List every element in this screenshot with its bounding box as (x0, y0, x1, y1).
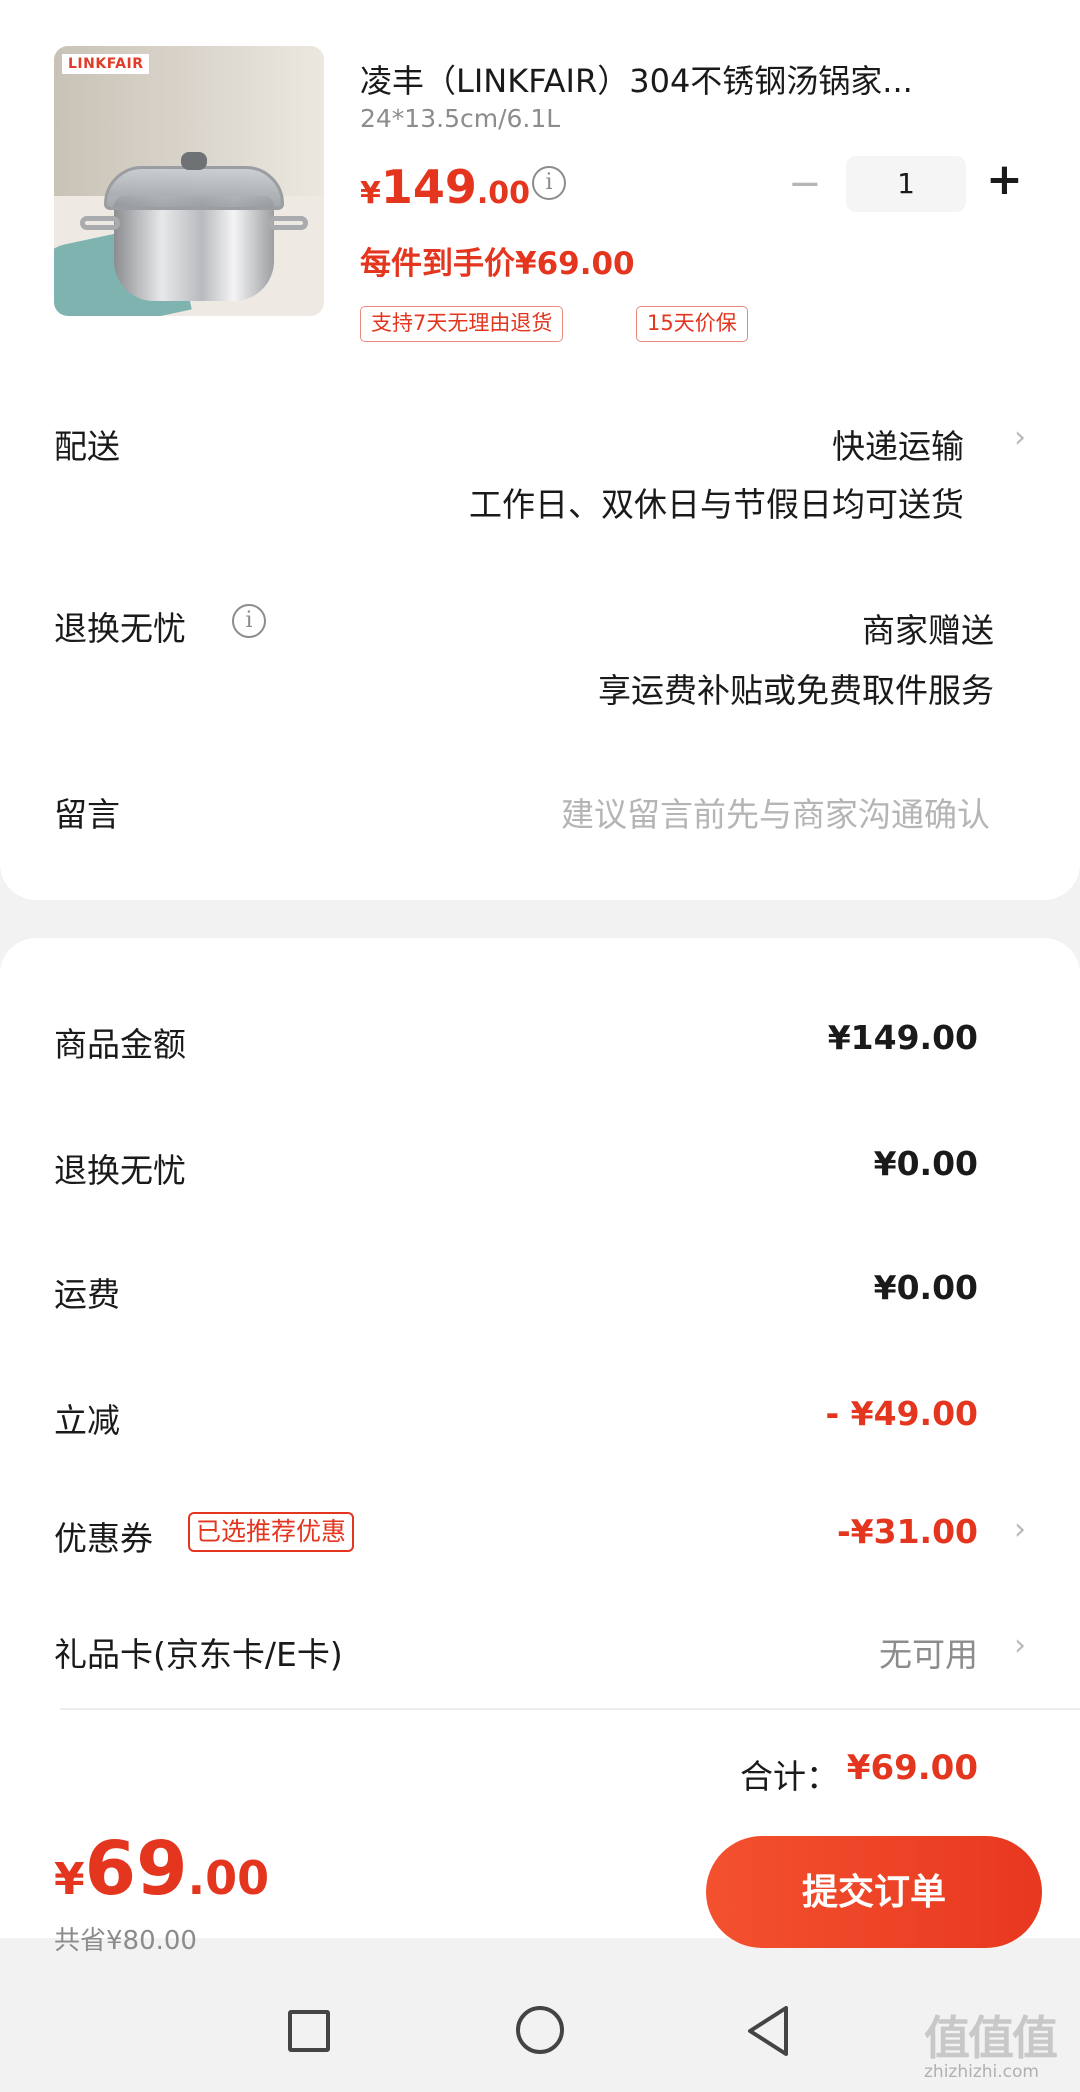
price-decimal: .00 (476, 176, 531, 211)
summary-value-shipping: ¥0.00 (873, 1268, 978, 1307)
pot-lid (104, 166, 284, 210)
product-image[interactable]: LINKFAIR (54, 46, 324, 316)
chevron-right-icon[interactable]: › (1014, 1512, 1026, 1547)
total-label: 合计： (740, 1757, 839, 1796)
summary-value-goods: ¥149.00 (827, 1018, 978, 1057)
delivery-note: 工作日、双休日与节假日均可送货 (469, 485, 964, 524)
footer-price: ¥69.00 (54, 1826, 269, 1912)
message-input[interactable]: 建议留言前先与商家沟通确认 (561, 788, 990, 836)
unit-price: 每件到手价¥69.00 (360, 246, 635, 282)
total-value: ¥69.00 (846, 1748, 978, 1788)
product-price: ¥149.00 (360, 160, 530, 214)
chevron-right-icon[interactable]: › (1014, 1628, 1026, 1663)
quantity-increase-button[interactable]: + (986, 158, 1023, 202)
summary-card (0, 938, 1080, 1938)
summary-label-shipping: 运费 (54, 1275, 120, 1314)
pot-handle-right (268, 216, 308, 230)
summary-label-discount: 立减 (54, 1401, 120, 1440)
quantity-decrease-button[interactable]: − (788, 164, 822, 204)
footer-price-decimal: .00 (187, 1851, 270, 1905)
summary-label-return: 退换无忧 (54, 1151, 186, 1190)
return-service-value[interactable]: 商家赠送 (862, 604, 994, 652)
price-info-icon[interactable]: i (532, 166, 566, 200)
back-icon[interactable] (744, 2004, 792, 2058)
summary-label-goods: 商品金额 (54, 1025, 186, 1064)
coupon-badge: 已选推荐优惠 (188, 1512, 355, 1552)
chevron-right-icon[interactable]: › (1014, 420, 1026, 455)
divider (60, 1708, 1080, 1710)
watermark-logo: 值值值 (924, 2011, 1058, 2065)
pot-handle-left (80, 216, 120, 230)
summary-label-giftcard: 礼品卡(京东卡/E卡) (54, 1635, 343, 1674)
return-service-label: 退换无忧 (54, 609, 186, 648)
delivery-label: 配送 (54, 427, 120, 466)
product-spec[interactable]: 24*13.5cm/6.1L (360, 104, 560, 133)
summary-label-coupon: 优惠券 (54, 1519, 153, 1558)
product-card: LINKFAIR 凌丰（LINKFAIR）304不锈钢汤锅家... 24*13.… (0, 0, 1080, 900)
footer-price-symbol: ¥ (54, 1854, 85, 1905)
summary-value-giftcard[interactable]: 无可用 (879, 1628, 978, 1676)
pot-knob (181, 152, 207, 170)
submit-order-button[interactable]: 提交订单 (706, 1836, 1042, 1948)
product-title[interactable]: 凌丰（LINKFAIR）304不锈钢汤锅家... (360, 56, 1020, 102)
price-protection-tag: 15天价保 (636, 306, 748, 342)
return-info-icon[interactable]: i (232, 604, 266, 638)
saved-amount: 共省¥80.00 (54, 1926, 197, 1956)
summary-value-discount: - ¥49.00 (825, 1394, 978, 1433)
footer-price-integer: 69 (84, 1826, 188, 1912)
checkout-page: LINKFAIR 凌丰（LINKFAIR）304不锈钢汤锅家... 24*13.… (0, 0, 1080, 2092)
price-integer: 149 (380, 160, 477, 214)
brand-logo: LINKFAIR (62, 54, 150, 74)
watermark-url: zhizhizhi.com (924, 2062, 1039, 2082)
recent-apps-icon[interactable] (288, 2010, 330, 2052)
return-policy-tag: 支持7天无理由退货 (360, 306, 564, 342)
return-service-note: 享运费补贴或免费取件服务 (598, 671, 994, 710)
quantity-input[interactable]: 1 (846, 156, 966, 212)
summary-value-coupon[interactable]: -¥31.00 (837, 1512, 978, 1551)
price-symbol: ¥ (360, 176, 381, 211)
pot-body (114, 196, 274, 301)
delivery-method[interactable]: 快递运输 (832, 420, 964, 468)
home-icon[interactable] (516, 2006, 564, 2054)
message-label: 留言 (54, 795, 120, 834)
summary-value-return: ¥0.00 (873, 1144, 978, 1183)
